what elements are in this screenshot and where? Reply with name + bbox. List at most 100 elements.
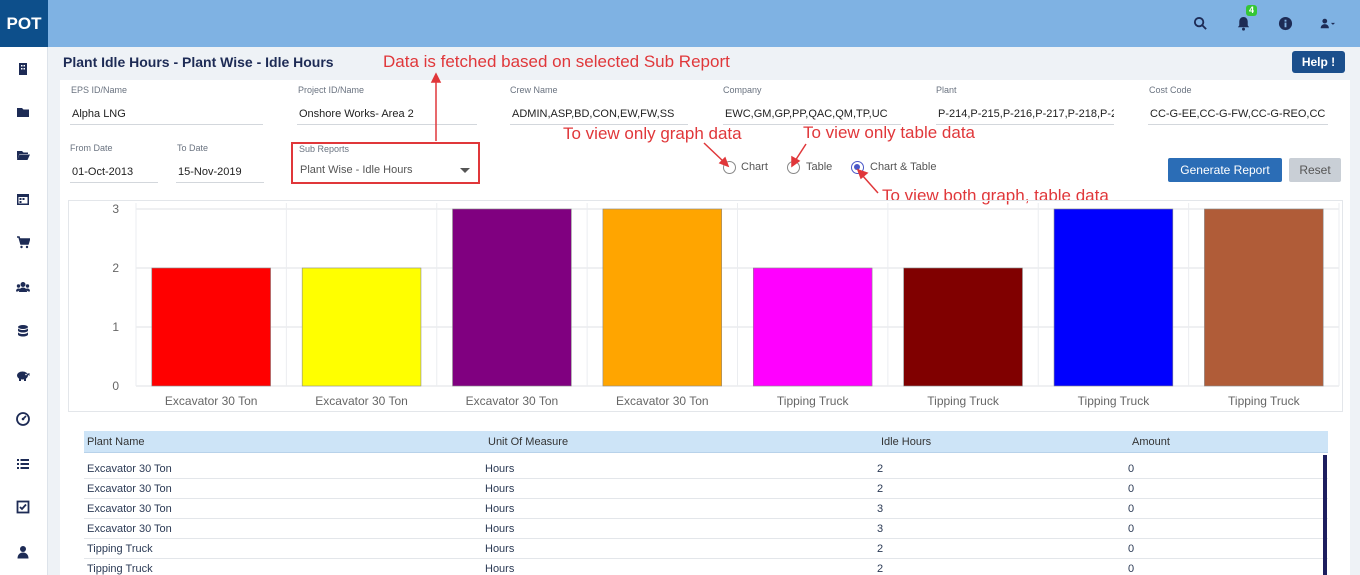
database-icon[interactable] (14, 322, 32, 340)
calendar-icon[interactable] (14, 190, 32, 208)
table-cell: Hours (485, 563, 515, 575)
to-date-label: To Date (177, 143, 209, 153)
table-cell: 3 (877, 523, 884, 535)
table-row[interactable]: Excavator 30 Ton Hours 3 0 (84, 519, 1328, 539)
user-icon[interactable] (14, 543, 32, 561)
bar (301, 267, 422, 387)
x-tick-label: Excavator 30 Ton (616, 394, 709, 408)
table-cell: Hours (485, 463, 515, 475)
help-button[interactable]: Help ! (1292, 51, 1345, 73)
table-row[interactable]: Tipping Truck Hours 2 0 (84, 559, 1328, 575)
table-cell: 2 (877, 543, 884, 555)
eps-label: EPS ID/Name (71, 85, 128, 95)
notification-badge: 4 (1246, 5, 1258, 16)
bar (903, 267, 1023, 387)
to-date-field[interactable]: 15-Nov-2019 (176, 165, 264, 183)
y-tick-label: 3 (112, 202, 119, 216)
generate-report-button[interactable]: Generate Report (1168, 158, 1282, 182)
x-tick-label: Tipping Truck (1078, 394, 1151, 408)
user-menu-icon[interactable] (1316, 12, 1338, 34)
radio-chart-and-table[interactable] (851, 161, 864, 174)
reset-button[interactable]: Reset (1289, 158, 1341, 182)
table-cell: 2 (877, 483, 884, 495)
search-icon[interactable] (1189, 12, 1211, 34)
sub-reports-value: Plant Wise - Idle Hours (300, 164, 413, 176)
plant-label: Plant (936, 85, 957, 95)
y-tick-label: 2 (112, 261, 119, 275)
bar (151, 267, 271, 387)
app-logo[interactable]: POT (0, 0, 48, 47)
sidebar (0, 47, 48, 575)
bar-chart: 0 1 2 3 Excavator 30 Ton Excavator 30 Ton Exca… (68, 200, 1343, 412)
table-scrollbar[interactable] (1323, 455, 1327, 575)
table-row[interactable]: Excavator 30 Ton Hours 2 0 (84, 459, 1328, 479)
table-cell: 0 (1128, 523, 1135, 535)
col-idle-hours[interactable]: Idle Hours (881, 436, 931, 448)
table-cell: Hours (485, 543, 515, 555)
table-cell: Excavator 30 Ton (87, 463, 172, 475)
table-cell: 3 (877, 503, 884, 515)
from-date-label: From Date (70, 143, 113, 153)
eps-field[interactable]: Alpha LNG (70, 107, 263, 125)
table-row[interactable]: Excavator 30 Ton Hours 2 0 (84, 479, 1328, 499)
project-field[interactable]: Onshore Works- Area 2 (297, 107, 477, 125)
y-tick-label: 0 (112, 379, 119, 393)
table-cell: Excavator 30 Ton (87, 523, 172, 535)
info-icon[interactable] (1274, 12, 1296, 34)
piggy-bank-icon[interactable] (14, 366, 32, 384)
radio-table[interactable] (787, 161, 800, 174)
table-cell: 0 (1128, 463, 1135, 475)
crew-label: Crew Name (510, 85, 558, 95)
sub-reports-select[interactable]: Sub Reports Plant Wise - Idle Hours (291, 142, 480, 184)
radio-table-label: Table (806, 161, 833, 173)
page-title: Plant Idle Hours - Plant Wise - Idle Hou… (63, 54, 334, 70)
radio-chart[interactable] (723, 161, 736, 174)
cost-code-field[interactable]: CC-G-EE,CC-G-FW,CC-G-REO,CC (1148, 107, 1328, 125)
list-icon[interactable] (14, 455, 32, 473)
table-cell: 2 (877, 463, 884, 475)
bar (1204, 208, 1324, 387)
table-cell: 2 (877, 563, 884, 575)
x-tick-label: Excavator 30 Ton (466, 394, 559, 408)
table-cell: Hours (485, 483, 515, 495)
cart-icon[interactable] (14, 233, 32, 251)
col-unit-of-measure[interactable]: Unit Of Measure (488, 436, 568, 448)
annotation-table: To view only table data (803, 123, 975, 142)
x-tick-label: Excavator 30 Ton (165, 394, 258, 408)
checklist-icon[interactable] (14, 498, 32, 516)
top-bar (0, 0, 1360, 47)
y-tick-label: 1 (112, 320, 119, 334)
x-tick-label: Tipping Truck (1228, 394, 1301, 408)
annotation-graph: To view only graph data (563, 124, 742, 143)
folder-open-icon[interactable] (14, 146, 32, 164)
bar (752, 267, 873, 387)
dashboard-gauge-icon[interactable] (14, 410, 32, 428)
company-label: Company (723, 85, 762, 95)
table-cell: Hours (485, 523, 515, 535)
col-amount[interactable]: Amount (1132, 436, 1170, 448)
crew-field[interactable]: ADMIN,ASP,BD,CON,EW,FW,SS (510, 107, 688, 125)
table-cell: Excavator 30 Ton (87, 503, 172, 515)
table-row[interactable]: Excavator 30 Ton Hours 3 0 (84, 499, 1328, 519)
table-cell: 0 (1128, 563, 1135, 575)
table-cell: Tipping Truck (87, 563, 153, 575)
table-cell: 0 (1128, 503, 1135, 515)
table-cell: 0 (1128, 483, 1135, 495)
bar (602, 208, 723, 387)
building-icon[interactable] (14, 60, 32, 78)
folder-icon[interactable] (14, 103, 32, 121)
table-cell: Tipping Truck (87, 543, 153, 555)
bar (452, 208, 572, 387)
col-plant-name[interactable]: Plant Name (87, 436, 144, 448)
radio-chart-label: Chart (741, 161, 768, 173)
radio-chart-and-table-label: Chart & Table (870, 161, 937, 173)
from-date-field[interactable]: 01-Oct-2013 (70, 165, 158, 183)
table-cell: Hours (485, 503, 515, 515)
caret-down-icon (460, 168, 470, 173)
users-icon[interactable] (14, 278, 32, 296)
project-label: Project ID/Name (298, 85, 365, 95)
x-tick-label: Tipping Truck (927, 394, 1000, 408)
cost-code-label: Cost Code (1149, 85, 1192, 95)
table-cell: 0 (1128, 543, 1135, 555)
table-row[interactable]: Tipping Truck Hours 2 0 (84, 539, 1328, 559)
